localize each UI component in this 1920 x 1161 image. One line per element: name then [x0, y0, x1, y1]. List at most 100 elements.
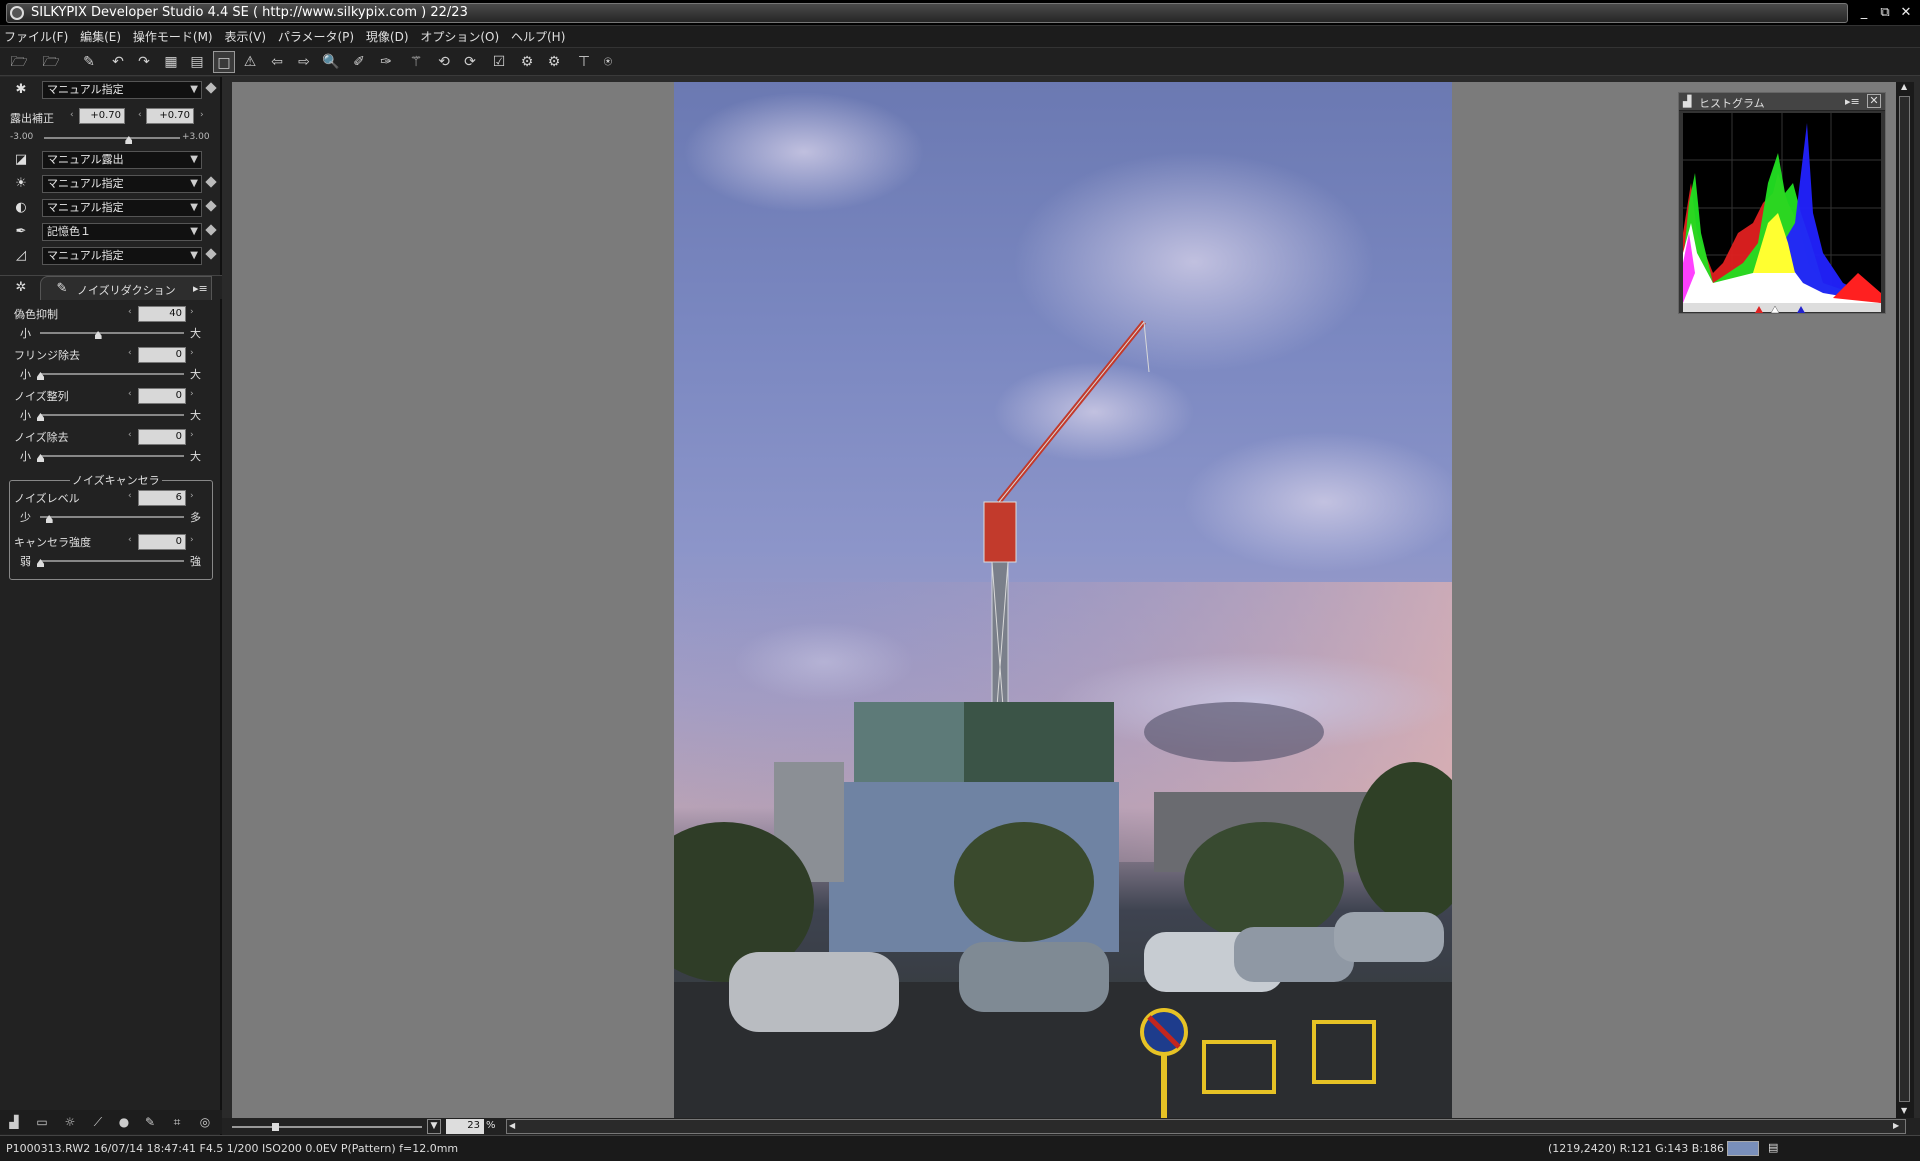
- curve-icon[interactable]: ⟋: [88, 1113, 108, 1131]
- tab-noise-reduction[interactable]: ✎ ノイズリダクション ▸≡: [40, 276, 212, 300]
- sharpness-select[interactable]: マニュアル指定 ▼: [42, 247, 202, 265]
- slider-inc-arrow[interactable]: ›: [190, 389, 194, 399]
- histogram-window[interactable]: ▟ ヒストグラム ▸≡ ✕: [1678, 92, 1886, 314]
- app-logo-icon[interactable]: [10, 6, 24, 20]
- menu-option[interactable]: オプション(O): [416, 26, 503, 48]
- rotate-left-icon[interactable]: ⟲: [433, 51, 455, 73]
- slider-value[interactable]: 0: [138, 429, 186, 445]
- zoom-icon[interactable]: 🔍: [320, 51, 342, 73]
- next-icon[interactable]: ⇨: [293, 51, 315, 73]
- slider-value[interactable]: 40: [138, 306, 186, 322]
- menu-mode[interactable]: 操作モード(M): [129, 26, 217, 48]
- menu-edit[interactable]: 編集(E): [76, 26, 125, 48]
- exposure-next-arrow[interactable]: ›: [200, 110, 204, 120]
- scroll-left-arrow[interactable]: ◀: [509, 1121, 515, 1130]
- slider-inc-arrow[interactable]: ›: [190, 535, 194, 545]
- horizontal-scrollbar[interactable]: ◀ ▶: [506, 1119, 1906, 1134]
- filmstrip-view-icon[interactable]: ▤: [186, 51, 208, 73]
- slider-inc-arrow[interactable]: ›: [190, 430, 194, 440]
- slider-track[interactable]: [40, 560, 184, 562]
- exposure-mode-select[interactable]: マニュアル露出 ▼: [42, 151, 202, 169]
- slider-dec-arrow[interactable]: ‹: [128, 389, 132, 399]
- menu-parameter[interactable]: パラメータ(P): [274, 26, 358, 48]
- open-folder-icon[interactable]: 🗁: [8, 51, 30, 73]
- sharpness-icon[interactable]: ◿: [12, 248, 30, 264]
- develop-icon[interactable]: ⚙: [516, 51, 538, 73]
- picker-icon[interactable]: ✐: [348, 51, 370, 73]
- redo-icon[interactable]: ↷: [133, 51, 155, 73]
- zoom-value[interactable]: 23: [446, 1119, 484, 1134]
- slider-value[interactable]: 0: [138, 388, 186, 404]
- slider-value[interactable]: 0: [138, 534, 186, 550]
- contrast-icon[interactable]: ◐: [12, 200, 30, 216]
- stamp-icon[interactable]: ⍟: [597, 51, 619, 73]
- diamond-icon[interactable]: [205, 176, 217, 188]
- slider-dec-arrow[interactable]: ‹: [128, 535, 132, 545]
- zoom-dropdown-button[interactable]: ▼: [427, 1119, 441, 1134]
- preview-photo[interactable]: [674, 82, 1452, 1118]
- restore-button[interactable]: ⧉: [1876, 4, 1894, 22]
- diamond-icon[interactable]: [205, 224, 217, 236]
- rotate-right-icon[interactable]: ⟳: [459, 51, 481, 73]
- sun-small-icon[interactable]: ☼: [60, 1113, 80, 1131]
- transform-icon[interactable]: ⌗: [167, 1113, 187, 1131]
- exposure-value-2[interactable]: +0.70: [146, 108, 194, 124]
- menu-view[interactable]: 表示(V): [220, 26, 270, 48]
- eraser-icon[interactable]: ✎: [78, 51, 100, 73]
- slider-value[interactable]: 0: [138, 347, 186, 363]
- panel-menu-icon[interactable]: ▸≡: [193, 282, 208, 295]
- settings-cluster-icon[interactable]: ✲: [12, 280, 30, 296]
- contrast-select[interactable]: マニュアル指定 ▼: [42, 199, 202, 217]
- white-balance-select[interactable]: マニュアル指定 ▼: [42, 81, 202, 99]
- scroll-up-arrow[interactable]: ▲: [1901, 82, 1907, 91]
- slider-value[interactable]: 6: [138, 490, 186, 506]
- sun-icon[interactable]: ☀: [12, 176, 30, 192]
- status-panel-icon[interactable]: ▤: [1768, 1141, 1778, 1154]
- lens-icon[interactable]: ◎: [195, 1113, 215, 1131]
- slider-track[interactable]: [40, 373, 184, 375]
- slider-dec-arrow[interactable]: ‹: [128, 491, 132, 501]
- exposure-dec-arrow[interactable]: ‹: [70, 110, 74, 120]
- diamond-icon[interactable]: [205, 200, 217, 212]
- eyedropper-icon[interactable]: ✒: [12, 224, 30, 240]
- warning-icon[interactable]: ⚠: [239, 51, 261, 73]
- slider-dec-arrow[interactable]: ‹: [128, 348, 132, 358]
- zoom-slider-knob[interactable]: [272, 1123, 279, 1131]
- wand-icon[interactable]: ⚚: [405, 51, 427, 73]
- exposure-icon[interactable]: ◪: [12, 152, 30, 168]
- zoom-slider[interactable]: [232, 1126, 422, 1128]
- minimize-button[interactable]: _: [1855, 4, 1873, 22]
- slider-dec-arrow[interactable]: ‹: [128, 307, 132, 317]
- vertical-scroll-thumb[interactable]: [1899, 96, 1910, 1102]
- prev-icon[interactable]: ⇦: [266, 51, 288, 73]
- open-folder-dropdown-icon[interactable]: 🗁: [40, 51, 62, 73]
- menu-help[interactable]: ヘルプ(H): [507, 26, 569, 48]
- slider-track[interactable]: [40, 332, 184, 334]
- picker-plus-icon[interactable]: ✑: [375, 51, 397, 73]
- slider-inc-arrow[interactable]: ›: [190, 348, 194, 358]
- slider-inc-arrow[interactable]: ›: [190, 491, 194, 501]
- comment-icon[interactable]: ▭: [32, 1113, 52, 1131]
- slider-track[interactable]: [40, 516, 184, 518]
- slider-dec-arrow[interactable]: ‹: [128, 430, 132, 440]
- menu-develop[interactable]: 現像(D): [362, 26, 413, 48]
- vertical-scrollbar[interactable]: ▲ ▼: [1896, 82, 1914, 1118]
- close-button[interactable]: ✕: [1897, 4, 1915, 22]
- sphere-icon[interactable]: ●: [114, 1113, 134, 1131]
- slider-track[interactable]: [40, 414, 184, 416]
- tone-select[interactable]: マニュアル指定 ▼: [42, 175, 202, 193]
- color-select[interactable]: 記憶色１ ▼: [42, 223, 202, 241]
- crop-icon[interactable]: ⊤: [573, 51, 595, 73]
- scroll-down-arrow[interactable]: ▼: [1901, 1106, 1907, 1115]
- check-icon[interactable]: ☑: [488, 51, 510, 73]
- develop-all-icon[interactable]: ⚙: [543, 51, 565, 73]
- undo-icon[interactable]: ↶: [107, 51, 129, 73]
- slider-track[interactable]: [40, 455, 184, 457]
- histogram-menu-icon[interactable]: ▸≡: [1845, 95, 1860, 108]
- diamond-icon[interactable]: [205, 248, 217, 260]
- slider-inc-arrow[interactable]: ›: [190, 307, 194, 317]
- scroll-right-arrow[interactable]: ▶: [1893, 1121, 1899, 1130]
- menu-file[interactable]: ファイル(F): [0, 26, 72, 48]
- exposure-value-1[interactable]: +0.70: [79, 108, 125, 124]
- histogram-toggle-icon[interactable]: ▟: [4, 1113, 24, 1131]
